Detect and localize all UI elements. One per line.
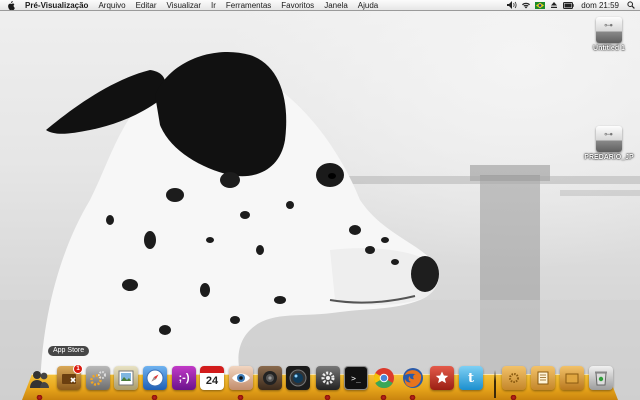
- notification-badge: 1: [73, 364, 83, 374]
- menu-arquivo[interactable]: Arquivo: [93, 0, 130, 11]
- brazil-flag-icon[interactable]: [533, 0, 547, 11]
- terminal-icon[interactable]: >_: [344, 366, 368, 390]
- menu-visualizar[interactable]: Visualizar: [161, 0, 206, 11]
- running-indicator: [237, 395, 244, 400]
- volume-icon[interactable]: [505, 0, 519, 11]
- people-icon[interactable]: [28, 366, 52, 390]
- dock: 1 ;-) 24 >_ t: [0, 364, 640, 400]
- menu-favoritos[interactable]: Favoritos: [276, 0, 319, 11]
- camera-lens-icon[interactable]: [286, 366, 310, 390]
- battery-icon[interactable]: [561, 0, 575, 11]
- safari-icon[interactable]: [143, 366, 167, 390]
- dock-tooltip: App Store: [48, 346, 90, 356]
- chat-icon[interactable]: ;-): [172, 366, 196, 390]
- menu-ir[interactable]: Ir: [206, 0, 221, 11]
- bookmark-app-icon[interactable]: [430, 366, 454, 390]
- calendar-icon[interactable]: 24: [200, 366, 224, 390]
- desktop-wallpaper: [0, 0, 640, 400]
- drive-label: Untitled 1: [593, 45, 625, 52]
- menu-app-name[interactable]: Pré-Visualização: [22, 0, 93, 11]
- menu-editar[interactable]: Editar: [131, 0, 162, 11]
- speaker-icon[interactable]: [258, 366, 282, 390]
- running-indicator: [409, 395, 416, 400]
- eye-icon[interactable]: [229, 366, 253, 390]
- running-indicator: [36, 395, 43, 400]
- drive-predario-jp[interactable]: ⊶ PREDARIO_JP: [579, 126, 639, 161]
- preview-icon[interactable]: [114, 366, 138, 390]
- firefox-icon[interactable]: [401, 366, 425, 390]
- trash-icon[interactable]: [589, 366, 613, 390]
- dalmatian-photo: [0, 51, 640, 400]
- gear-app-icon[interactable]: [316, 366, 340, 390]
- wifi-icon[interactable]: [519, 0, 533, 11]
- drive-label: PREDARIO_JP: [584, 154, 634, 161]
- terminal-prompt: >_: [351, 373, 361, 383]
- running-indicator: [151, 395, 158, 400]
- clock[interactable]: dom 21:59: [575, 0, 625, 11]
- eject-icon[interactable]: [547, 0, 561, 11]
- running-indicator: [380, 395, 387, 400]
- chrome-icon[interactable]: [372, 366, 396, 390]
- documents-folder-icon[interactable]: [531, 366, 555, 390]
- running-indicator: [510, 395, 517, 400]
- running-indicator: [324, 395, 331, 400]
- apple-menu-icon[interactable]: [0, 0, 22, 11]
- menu-bar: Pré-Visualização Arquivo Editar Visualiz…: [0, 0, 640, 11]
- menu-ajuda[interactable]: Ajuda: [353, 0, 383, 11]
- usb-drive-icon: ⊶: [596, 17, 622, 43]
- drive-untitled-1[interactable]: ⊶ Untitled 1: [579, 17, 639, 52]
- downloads-folder-icon[interactable]: [560, 366, 584, 390]
- spotlight-icon[interactable]: [625, 0, 636, 11]
- dock-separator: [494, 370, 496, 398]
- applications-folder-icon[interactable]: [502, 366, 526, 390]
- twitter-icon[interactable]: t: [459, 366, 483, 390]
- calendar-day: 24: [205, 375, 219, 387]
- status-area: dom 21:59: [505, 0, 640, 11]
- usb-drive-icon: ⊶: [596, 126, 622, 152]
- menu-ferramentas[interactable]: Ferramentas: [221, 0, 276, 11]
- menu-janela[interactable]: Janela: [319, 0, 353, 11]
- system-preferences-icon[interactable]: [86, 366, 110, 390]
